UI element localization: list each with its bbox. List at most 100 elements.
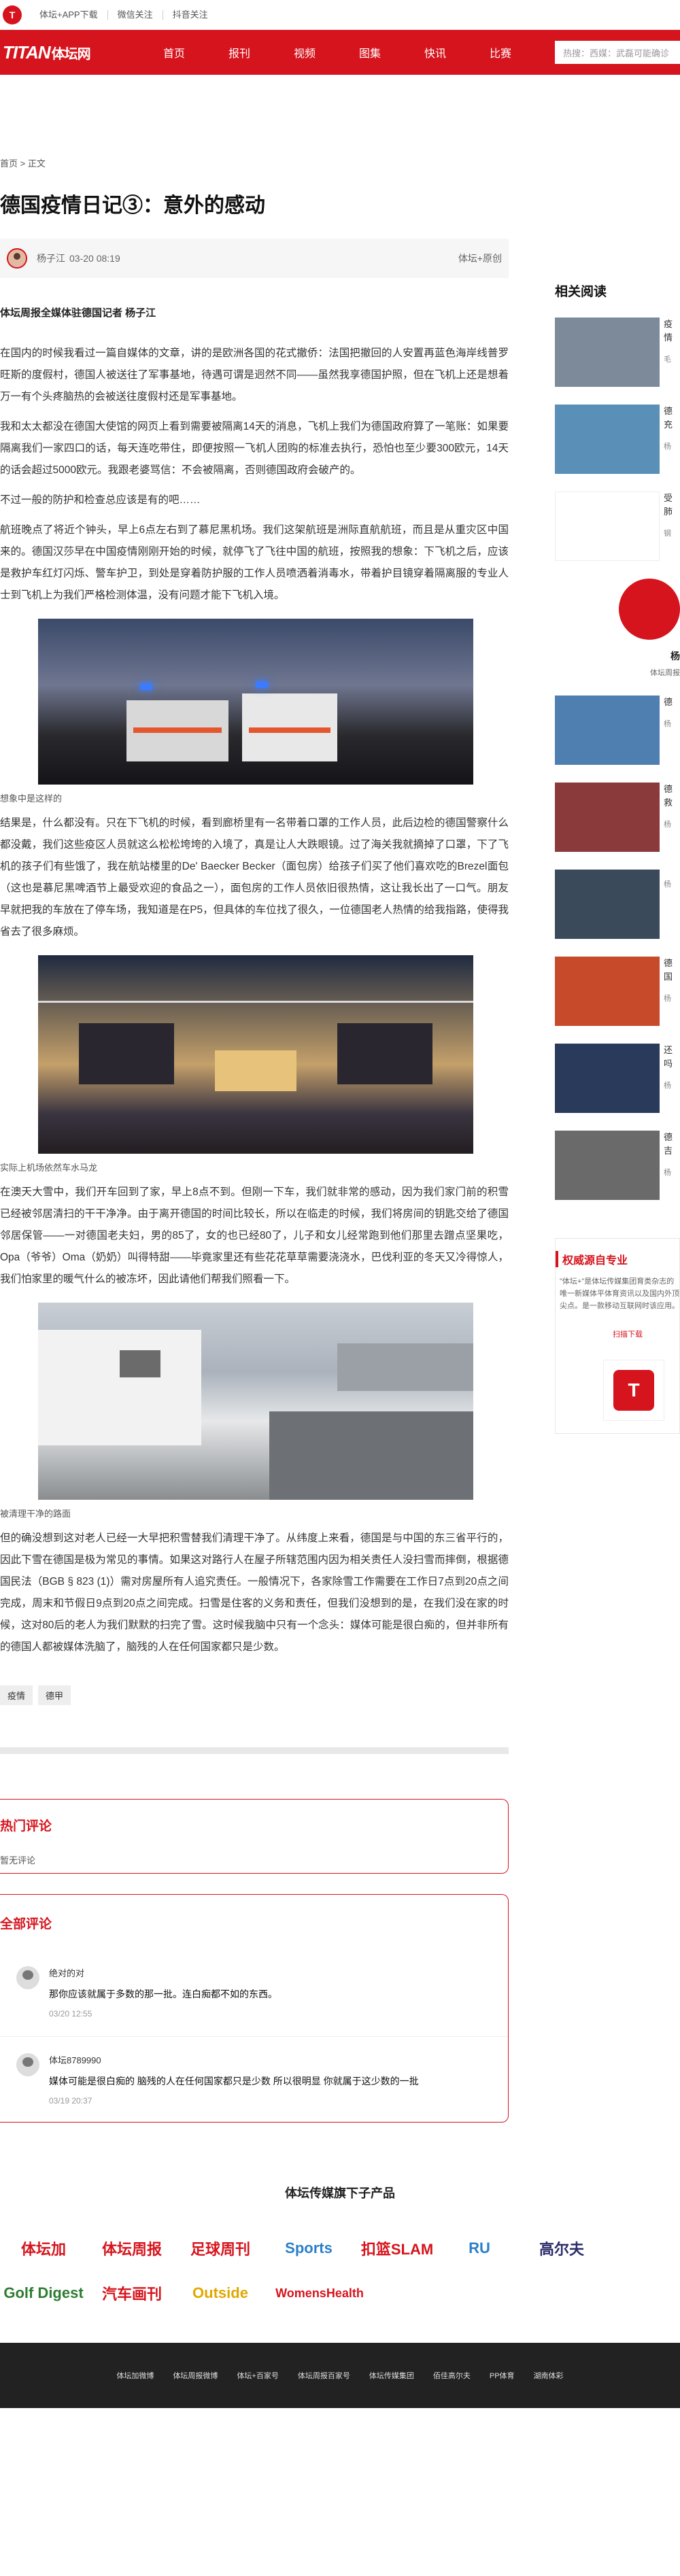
nav-video[interactable]: 视频 [272,44,337,61]
breadcrumb-home[interactable]: 首页 [0,158,18,169]
paragraph: 在澳天大雪中，我们开车回到了家，早上8点不到。但刚一下车，我们就非常的感动，因为… [0,1186,509,1285]
byline: 体坛周报全媒体驻德国记者 杨子江 [0,307,156,319]
related-item[interactable]: 疫情毛 [555,317,680,387]
product-logos: 体坛加 体坛周报 足球周刊 Sports 扣篮SLAM RU 高尔夫 Golf … [0,2226,680,2316]
avatar[interactable] [16,1966,39,1989]
airport-photo [38,955,473,1154]
nav-home[interactable]: 首页 [141,44,207,61]
logo-ru[interactable]: RU [442,2226,517,2271]
no-comments-text: 暂无评论 [0,1855,36,1866]
logo-titan-weekly[interactable]: 体坛周报 [88,2226,175,2271]
app-download-link[interactable]: 体坛+APP下载 [30,10,108,20]
sidebar: 相关阅读 疫情毛 德充杨 受肺钢 杨 体坛周报 德杨 德救杨 杨 德国 杨 还吗… [509,75,680,2123]
footer-link[interactable]: 体坛周报微博 [173,2370,218,2381]
photo-caption: 被清理干净的路面 [0,1509,71,1519]
avatar[interactable] [619,579,680,640]
logo-golf[interactable]: 高尔夫 [518,2226,605,2271]
qr-code[interactable]: T [603,1360,664,1421]
tag-bundesliga[interactable]: 德甲 [38,1685,71,1705]
app-promo: 权威源自专业 "体坛+"是体坛传媒集团育类杂志的唯一新媒体平体育资讯以及国内外顶… [555,1238,680,1434]
nav-newspaper[interactable]: 报刊 [207,44,272,61]
related-thumbnail[interactable] [555,1131,660,1200]
article-meta: 杨子江 03-20 08:19 体坛+原创 [0,239,509,278]
logo-football-weekly[interactable]: 足球周刊 [177,2226,264,2271]
logo-outside[interactable]: Outside [177,2271,264,2316]
comment-author[interactable]: 体坛8789990 [49,2053,419,2066]
related-item[interactable]: 德国杨 [555,957,680,1026]
snow-road-photo [38,1303,473,1500]
footer-link[interactable]: 湖南体彩 [534,2370,564,2381]
all-comments-section: 全部评论 绝对的对 那你应该就属于多数的那一批。连白痴都不如的东西。 03/20… [0,1894,509,2123]
related-item[interactable]: 德救杨 [555,783,680,852]
comment-author[interactable]: 绝对的对 [49,1966,277,1979]
author-profile[interactable]: 杨 体坛周报 [555,579,680,678]
wechat-link[interactable]: 微信关注 [108,10,163,20]
paragraph: 不过一般的防护和检查总应该是有的吧…… [0,494,201,506]
related-item[interactable]: 德吉杨 [555,1131,680,1200]
app-promo-text: "体坛+"是体坛传媒集团育类杂志的唯一新媒体平体育资讯以及国内外顶尖点。是一款移… [560,1277,679,1310]
nav-match[interactable]: 比赛 [468,44,533,61]
comment-text: 那你应该就属于多数的那一批。连白痴都不如的东西。 [49,1989,277,1999]
source-label: 体坛+原创 [458,253,502,264]
article-column: 首页 > 正文 德国疫情日记③：意外的感动 杨子江 03-20 08:19 体坛… [0,75,509,2123]
footer-link[interactable]: 佰佳高尔夫 [433,2370,471,2381]
related-thumbnail[interactable] [555,1044,660,1113]
logo-auto-pictorial[interactable]: 汽车画刊 [88,2271,175,2316]
titan-logo-icon[interactable]: T [3,5,22,24]
all-comments-title: 全部评论 [0,1917,52,1931]
comment-time: 03/19 20:37 [49,2096,92,2106]
footer-link[interactable]: 体坛周报百家号 [298,2370,350,2381]
related-thumbnail[interactable] [555,317,660,387]
footer-link[interactable]: 体坛+百家号 [237,2370,278,2381]
douyin-link[interactable]: 抖音关注 [163,10,218,20]
footer-link[interactable]: PP体育 [490,2370,515,2381]
search-input[interactable]: 热搜：西媒：武磊可能确诊 [555,41,680,64]
paragraph: 航班晚点了将近个钟头，早上6点左右到了慕尼黑机场。我们这架航班是洲际直航航班，而… [0,524,509,601]
related-thumbnail[interactable] [555,492,660,561]
breadcrumb: 首页 > 正文 [0,158,46,169]
tag-epidemic[interactable]: 疫情 [0,1685,33,1705]
comment-item: 体坛8789990 媒体可能是很白痴的 脑残的人在任何国家都只是少数 所以很明显… [0,2036,508,2106]
products-title: 体坛传媒旗下子产品 [285,2186,395,2200]
hot-comments-section: 热门评论 暂无评论 [0,1799,509,1874]
author-name[interactable]: 杨子江 [37,252,65,265]
tag-list: 疫情 德甲 [0,1685,509,1705]
related-thumbnail[interactable] [555,695,660,765]
logo-sports[interactable]: Sports [265,2226,352,2271]
paragraph: 我和太太都没在德国大使馆的网页上看到需要被隔离14天的消息，飞机上我们为德国政府… [0,421,509,476]
comment-time: 03/20 12:55 [49,2009,92,2019]
nav-gallery[interactable]: 图集 [337,44,403,61]
related-thumbnail[interactable] [555,957,660,1026]
photo-caption: 实际上机场依然车水马龙 [0,1163,98,1173]
hot-comments-title: 热门评论 [0,1819,52,1834]
related-item[interactable]: 受肺钢 [555,492,680,561]
top-bar: T 体坛+APP下载 微信关注 抖音关注 [0,0,680,30]
logo-womens-health[interactable]: WomensHealth [265,2271,374,2316]
logo-titan-plus[interactable]: 体坛加 [0,2226,87,2271]
logo-golf-digest[interactable]: Golf Digest [0,2271,87,2316]
footer-link[interactable]: 体坛加微博 [116,2370,154,2381]
comment-text: 媒体可能是很白痴的 脑残的人在任何国家都只是少数 所以很明显 你就属于这少数的一… [49,2076,419,2086]
logo-slam[interactable]: 扣篮SLAM [354,2226,441,2271]
related-item[interactable]: 杨 [555,870,680,939]
related-thumbnail[interactable] [555,870,660,939]
related-thumbnail[interactable] [555,783,660,852]
paragraph: 但的确没想到这对老人已经一大早把积雪替我们清理干净了。从纬度上来看，德国是与中国… [0,1532,509,1653]
avatar[interactable] [7,248,27,269]
titan-app-icon: T [613,1370,654,1411]
related-reading-title: 相关阅读 [555,285,607,299]
breadcrumb-current: 正文 [27,158,46,169]
main-nav: TITAN 体坛网 首页 报刊 视频 图集 快讯 比赛 热搜：西媒：武磊可能确诊 [0,30,680,75]
avatar[interactable] [16,2053,39,2076]
paragraph: 结果是，什么都没有。只在下飞机的时候，看到廊桥里有一名带着口罩的工作人员，此后边… [0,817,509,938]
site-logo[interactable]: TITAN 体坛网 [0,42,129,63]
article-body: 在国内的时候我看过一篇自媒体的文章，讲的是欧洲各国的花式撤侨：法国把撤回的人安置… [0,343,509,1658]
nav-flash[interactable]: 快讯 [403,44,468,61]
related-item[interactable]: 德杨 [555,695,680,765]
photo-caption: 想象中是这样的 [0,793,63,804]
related-item[interactable]: 德充杨 [555,405,680,474]
related-item[interactable]: 还吗杨 [555,1044,680,1113]
page-title: 德国疫情日记③：意外的感动 [0,194,265,217]
related-thumbnail[interactable] [555,405,660,474]
footer-link[interactable]: 体坛传媒集团 [369,2370,414,2381]
